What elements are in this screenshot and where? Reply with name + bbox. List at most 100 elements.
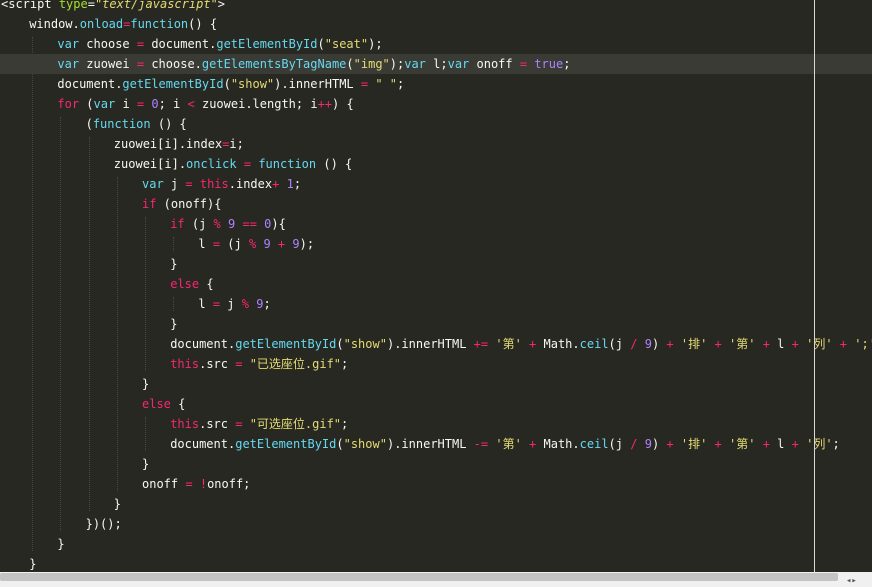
- code-token: (: [317, 37, 325, 51]
- code-line[interactable]: if (onoff){: [0, 194, 872, 214]
- code-token: "可选座位.gif": [249, 417, 342, 431]
- code-line[interactable]: }: [0, 534, 872, 554]
- code-line[interactable]: zuowei[i].index=i;: [0, 134, 872, 154]
- code-token: ceil: [579, 437, 609, 451]
- code-token: type: [58, 0, 88, 11]
- code-token: ;: [832, 437, 840, 451]
- code-token: .src: [199, 357, 236, 371]
- code-line[interactable]: if (j % 9 == 0){: [0, 214, 872, 234]
- code-token: ;: [293, 177, 302, 191]
- code-token: "show": [343, 437, 387, 451]
- code-token: +: [791, 437, 799, 451]
- code-line[interactable]: window.onload=function() {: [0, 14, 872, 34]
- code-line[interactable]: else {: [0, 274, 872, 294]
- code-token: (: [223, 77, 231, 91]
- code-line[interactable]: }: [0, 554, 872, 574]
- code-token: ).innerHTML: [386, 337, 474, 351]
- code-token: })();: [85, 517, 122, 531]
- code-token: ).innerHTML: [386, 437, 474, 451]
- code-line[interactable]: var j = this.index+ 1;: [0, 174, 872, 194]
- code-token: i;: [229, 137, 244, 151]
- code-line[interactable]: for (var i = 0; i < zuowei.length; i++) …: [0, 94, 872, 114]
- code-token: +: [714, 337, 722, 351]
- code-token: <: [187, 97, 195, 111]
- code-token: this: [199, 177, 229, 191]
- code-token: () {: [188, 17, 218, 31]
- code-line[interactable]: else {: [0, 394, 872, 414]
- code-line[interactable]: <script type="text/javascript">: [0, 0, 872, 14]
- code-token: ceil: [579, 337, 609, 351]
- scrollbar-arrow-icon[interactable]: ◂▸: [846, 576, 872, 587]
- code-token: ;: [563, 57, 571, 71]
- code-token: getElementById: [235, 437, 337, 451]
- code-line[interactable]: this.src = "已选座位.gif";: [0, 354, 872, 374]
- code-token: choose: [79, 37, 137, 51]
- code-line[interactable]: this.src = "可选座位.gif";: [0, 414, 872, 434]
- code-token: %: [213, 217, 221, 231]
- code-token: +: [762, 437, 770, 451]
- code-token: }: [113, 497, 122, 511]
- code-line[interactable]: var choose = document.getElementById("se…: [0, 34, 872, 54]
- code-token: );: [368, 37, 383, 51]
- code-token: Math.: [536, 337, 580, 351]
- code-token: var: [447, 57, 470, 71]
- code-token: ++: [317, 97, 333, 111]
- code-token: 9: [644, 337, 652, 351]
- code-token: l: [198, 237, 213, 251]
- code-line[interactable]: (function () {: [0, 114, 872, 134]
- code-token: {: [170, 397, 186, 411]
- code-token: +: [791, 337, 799, 351]
- code-token: ;: [341, 417, 349, 431]
- code-line[interactable]: document.getElementById("show").innerHTM…: [0, 334, 872, 354]
- code-token: (j: [184, 217, 214, 231]
- code-line[interactable]: var zuowei = choose.getElementsByTagName…: [0, 54, 872, 74]
- code-line[interactable]: onoff = !onoff;: [0, 474, 872, 494]
- code-token: document.: [57, 77, 123, 91]
- code-line[interactable]: })();: [0, 514, 872, 534]
- code-line[interactable]: l = (j % 9 + 9);: [0, 234, 872, 254]
- code-line[interactable]: document.getElementById("show").innerHTM…: [0, 74, 872, 94]
- code-line[interactable]: }: [0, 254, 872, 274]
- code-token: .src: [199, 417, 236, 431]
- code-token: "text/javascript": [94, 0, 218, 11]
- code-token: i: [115, 97, 137, 111]
- code-token: =: [243, 157, 252, 171]
- code-token: this: [170, 357, 200, 371]
- code-token: }: [170, 257, 178, 271]
- code-token: +: [762, 337, 770, 351]
- code-token: 1: [286, 177, 294, 191]
- code-token: true: [534, 57, 564, 71]
- code-line[interactable]: zuowei[i].onclick = function () {: [0, 154, 872, 174]
- code-line[interactable]: }: [0, 374, 872, 394]
- code-token: if: [170, 217, 185, 231]
- code-token: function: [92, 117, 151, 131]
- code-token: '排': [680, 337, 708, 351]
- code-token: 9: [292, 237, 300, 251]
- code-editor[interactable]: <script type="text/javascript"> window.on…: [0, 0, 872, 587]
- code-token: (j: [220, 237, 249, 251]
- code-line[interactable]: }: [0, 314, 872, 334]
- code-line[interactable]: }: [0, 494, 872, 514]
- code-token: window.: [29, 17, 80, 31]
- code-token: var: [57, 57, 80, 71]
- horizontal-scrollbar-thumb[interactable]: [0, 573, 838, 581]
- code-token: " ": [375, 77, 398, 91]
- code-token: getElementById: [216, 37, 318, 51]
- code-token: "img": [353, 57, 390, 71]
- code-line[interactable]: }: [0, 454, 872, 474]
- code-token: if: [142, 197, 157, 211]
- code-token: j: [163, 177, 186, 191]
- code-token: zuowei[i].: [113, 157, 187, 171]
- code-token: -=: [473, 437, 489, 451]
- code-line[interactable]: l = j % 9;: [0, 294, 872, 314]
- code-token: !: [199, 477, 208, 491]
- code-line[interactable]: document.getElementById("show").innerHTM…: [0, 434, 872, 454]
- code-token: "show": [230, 77, 275, 91]
